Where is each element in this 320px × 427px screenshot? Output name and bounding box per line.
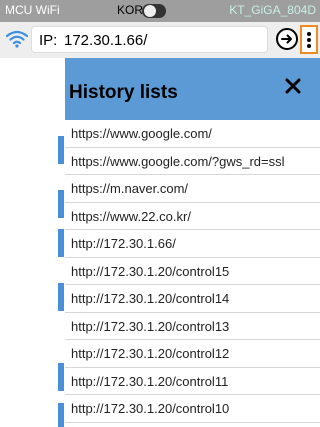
page-marker (58, 136, 64, 164)
page-marker (58, 283, 64, 311)
ip-label: IP: (39, 32, 58, 49)
history-header: History lists (65, 58, 320, 120)
history-list: https://www.google.com/ https://www.goog… (65, 120, 320, 423)
history-item[interactable]: http://172.30.1.20/control10 (65, 395, 320, 423)
address-bar: IP: (0, 22, 320, 58)
page-marker (58, 190, 64, 218)
page-marker (58, 229, 64, 257)
close-icon[interactable] (283, 76, 303, 96)
history-item[interactable]: http://172.30.1.20/control13 (65, 313, 320, 340)
history-title: History lists (69, 82, 178, 103)
history-item[interactable]: https://www.google.com/ (65, 120, 320, 148)
history-item[interactable]: http://172.30.1.66/ (65, 230, 320, 258)
history-panel: History lists https://www.google.com/ ht… (65, 58, 320, 427)
more-menu-button[interactable] (300, 25, 318, 54)
wifi-icon (6, 30, 28, 48)
history-item[interactable]: http://172.30.1.20/control11 (65, 368, 320, 395)
history-item[interactable]: https://www.google.com/?gws_rd=ssl (65, 148, 320, 175)
page-marker (58, 403, 64, 427)
go-arrow-icon (281, 34, 292, 44)
background-page (0, 58, 65, 427)
app-title: MCU WiFi (5, 3, 60, 17)
history-item[interactable]: http://172.30.1.20/control12 (65, 340, 320, 368)
url-box: IP: (31, 26, 268, 53)
page-marker (58, 363, 64, 391)
history-item[interactable]: http://172.30.1.20/control15 (65, 258, 320, 285)
ip-input[interactable] (64, 30, 259, 50)
go-button[interactable] (276, 28, 298, 50)
history-item[interactable]: http://172.30.1.20/control14 (65, 285, 320, 313)
language-toggle[interactable] (142, 4, 166, 18)
toggle-knob (144, 5, 156, 17)
history-item[interactable]: https://www.22.co.kr/ (65, 203, 320, 230)
history-item[interactable]: https://m.naver.com/ (65, 175, 320, 203)
status-bar: MCU WiFi KOR KT_GiGA_804D (0, 0, 320, 22)
ssid-label: KT_GiGA_804D (229, 3, 316, 17)
language-label: KOR (117, 3, 144, 17)
